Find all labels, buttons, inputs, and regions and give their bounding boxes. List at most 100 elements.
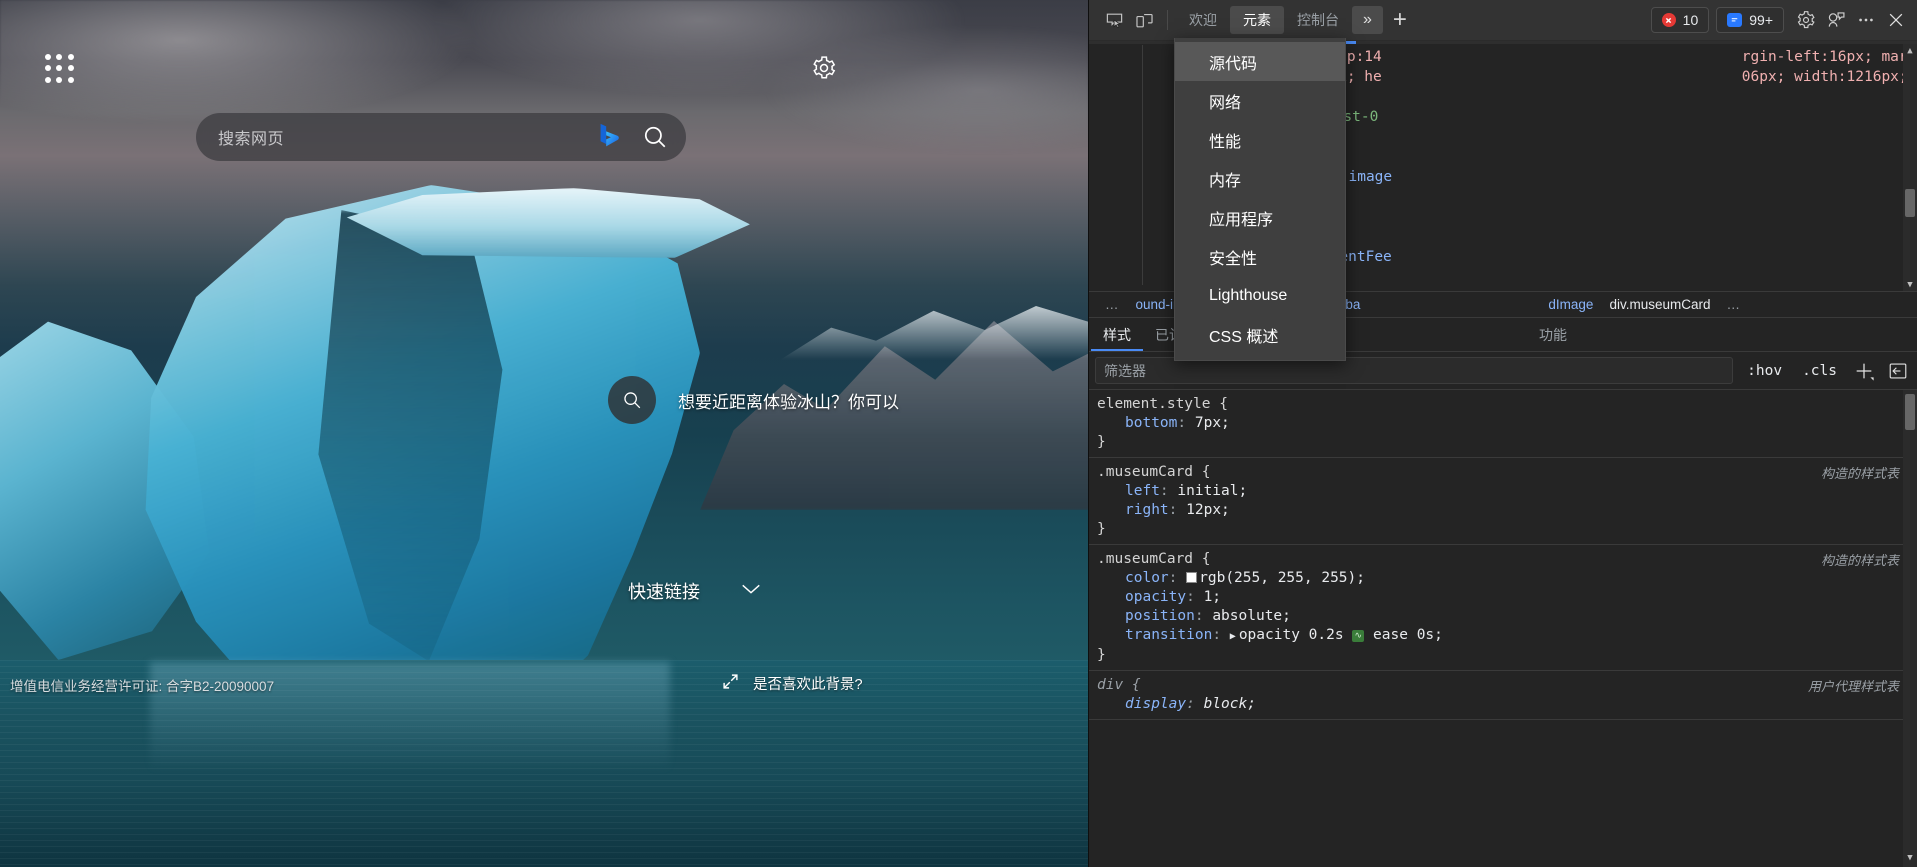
easing-curve-icon[interactable]: ∿ <box>1352 630 1364 642</box>
breadcrumb-item[interactable]: dImage <box>1540 297 1601 312</box>
tab-console[interactable]: 控制台 <box>1284 6 1352 34</box>
toolbar-divider <box>1167 10 1168 30</box>
error-icon <box>1662 13 1676 27</box>
declaration[interactable]: display: block; <box>1097 695 1901 714</box>
new-style-rule-plus-icon[interactable] <box>1851 359 1877 383</box>
breadcrumb-item-selected[interactable]: div.museumCard <box>1601 297 1718 312</box>
property-name[interactable]: left <box>1125 483 1160 499</box>
more-options-icon[interactable] <box>1851 6 1881 34</box>
dropdown-item-application[interactable]: 应用程序 <box>1175 198 1345 237</box>
filter-input[interactable]: 筛选器 <box>1095 357 1733 384</box>
devtools-toolbar: 欢迎 元素 控制台 » + 10 99+ <box>1089 0 1917 41</box>
property-value[interactable]: block; <box>1204 696 1256 712</box>
rule-selector[interactable]: div { <box>1097 676 1901 695</box>
declaration[interactable]: right: 12px; <box>1097 501 1901 520</box>
dropdown-item-lighthouse[interactable]: Lighthouse <box>1175 276 1345 315</box>
chevron-down-icon[interactable] <box>740 582 762 601</box>
rule-selector[interactable]: .museumCard { <box>1097 463 1901 482</box>
style-rule[interactable]: 用户代理样式表 div { display: block; <box>1089 671 1917 720</box>
scroll-down-icon[interactable]: ▼ <box>1903 278 1917 291</box>
property-value[interactable]: rgb(255, 255, 255); <box>1199 570 1365 586</box>
scroll-up-icon[interactable]: ▲ <box>1903 44 1917 57</box>
subtab-styles[interactable]: 样式 <box>1091 320 1143 351</box>
bing-logo-icon[interactable] <box>596 122 622 152</box>
property-value-2[interactable]: ease 0s; <box>1373 627 1443 643</box>
hover-states-button[interactable]: :hov <box>1741 363 1788 379</box>
styles-rules-pane[interactable]: element.style { bottom: 7px; } 构造的样式表 .m… <box>1089 390 1917 867</box>
style-rule[interactable]: 构造的样式表 .museumCard { left: initial; righ… <box>1089 458 1917 545</box>
dropdown-item-network[interactable]: 网络 <box>1175 81 1345 120</box>
message-icon <box>1727 13 1742 27</box>
breadcrumb-overflow-left[interactable]: … <box>1097 297 1128 312</box>
background-like-button[interactable]: 是否喜欢此背景? <box>722 673 863 694</box>
dropdown-item-sources[interactable]: 源代码 <box>1175 42 1345 81</box>
property-name[interactable]: color <box>1125 570 1169 586</box>
property-value[interactable]: 1; <box>1204 589 1221 605</box>
rule-origin[interactable]: 用户代理样式表 <box>1808 677 1899 696</box>
tab-elements[interactable]: 元素 <box>1230 6 1284 34</box>
dropdown-item-css-overview[interactable]: CSS 概述 <box>1175 315 1345 354</box>
scroll-down-icon[interactable]: ▼ <box>1903 852 1917 865</box>
property-value[interactable]: 12px; <box>1186 502 1230 518</box>
declaration[interactable]: left: initial; <box>1097 482 1901 501</box>
property-name[interactable]: display <box>1125 696 1186 712</box>
close-devtools-icon[interactable] <box>1881 6 1911 34</box>
customize-devtools-icon[interactable] <box>1821 6 1851 34</box>
page-settings-gear-icon[interactable] <box>808 52 840 84</box>
device-toolbar-icon[interactable] <box>1129 6 1159 34</box>
subtab-accessibility[interactable]: 功能 <box>1527 320 1579 351</box>
dropdown-item-security[interactable]: 安全性 <box>1175 237 1345 276</box>
museum-card-text: 想要近距离体验冰山？你可以 <box>678 388 899 413</box>
rule-origin[interactable]: 构造的样式表 <box>1821 551 1899 570</box>
tab-welcome[interactable]: 欢迎 <box>1176 6 1230 34</box>
search-input[interactable]: 搜索网页 <box>218 125 596 149</box>
more-tools-dropdown[interactable]: 源代码 网络 性能 内存 应用程序 安全性 Lighthouse CSS 概述 <box>1174 38 1346 361</box>
breadcrumb-overflow-right[interactable]: … <box>1718 297 1749 312</box>
element-classes-button[interactable]: .cls <box>1796 363 1843 379</box>
more-tabs-button[interactable]: » <box>1352 6 1383 34</box>
styles-scrollbar[interactable]: ▼ <box>1903 390 1917 867</box>
declaration[interactable]: opacity: 1; <box>1097 588 1901 607</box>
rule-selector[interactable]: .museumCard { <box>1097 550 1901 569</box>
message-count-badge[interactable]: 99+ <box>1716 7 1784 33</box>
rule-close-brace: } <box>1097 520 1901 539</box>
property-value[interactable]: initial; <box>1177 483 1247 499</box>
scrollbar-thumb[interactable] <box>1905 394 1915 430</box>
declaration[interactable]: transition: ▶opacity 0.2s ∿ ease 0s; <box>1097 626 1901 646</box>
dropdown-item-memory[interactable]: 内存 <box>1175 159 1345 198</box>
style-rule[interactable]: 构造的样式表 .museumCard { color: rgb(255, 255… <box>1089 545 1917 671</box>
magnifier-icon[interactable] <box>608 376 656 424</box>
add-tab-button[interactable]: + <box>1383 6 1417 34</box>
property-name[interactable]: right <box>1125 502 1169 518</box>
property-name[interactable]: transition <box>1125 627 1212 643</box>
devtools-settings-gear-icon[interactable] <box>1791 6 1821 34</box>
rule-close-brace: } <box>1097 433 1901 452</box>
property-name[interactable]: position <box>1125 608 1195 624</box>
dropdown-item-performance[interactable]: 性能 <box>1175 120 1345 159</box>
declaration[interactable]: color: rgb(255, 255, 255); <box>1097 569 1901 588</box>
search-icon[interactable] <box>642 124 668 150</box>
rule-selector[interactable]: element.style { <box>1097 395 1901 414</box>
dom-tree-scrollbar[interactable]: ▲ ▼ <box>1903 44 1917 291</box>
property-value[interactable]: opacity 0.2s <box>1239 627 1344 643</box>
expand-triangle-icon[interactable]: ▶ <box>1230 627 1236 646</box>
rule-origin[interactable]: 构造的样式表 <box>1821 464 1899 483</box>
property-name[interactable]: opacity <box>1125 589 1186 605</box>
property-value[interactable]: absolute; <box>1212 608 1291 624</box>
apps-grid-icon[interactable] <box>45 54 75 84</box>
toggle-sidebar-icon[interactable] <box>1885 359 1911 383</box>
background-like-label: 是否喜欢此背景? <box>753 673 863 694</box>
search-bar[interactable]: 搜索网页 <box>196 113 686 161</box>
property-value[interactable]: 7px; <box>1195 415 1230 431</box>
color-swatch[interactable] <box>1186 572 1197 583</box>
scrollbar-thumb[interactable] <box>1905 189 1915 217</box>
museum-card[interactable]: 想要近距离体验冰山？你可以 <box>608 376 899 424</box>
indent-guide <box>1142 45 1143 285</box>
declaration[interactable]: bottom: 7px; <box>1097 414 1901 433</box>
quicklinks-toggle[interactable]: 快速链接 <box>628 578 762 604</box>
declaration[interactable]: position: absolute; <box>1097 607 1901 626</box>
style-rule[interactable]: element.style { bottom: 7px; } <box>1089 390 1917 458</box>
property-name[interactable]: bottom <box>1125 415 1177 431</box>
inspect-element-icon[interactable] <box>1099 6 1129 34</box>
error-count-badge[interactable]: 10 <box>1651 7 1710 33</box>
